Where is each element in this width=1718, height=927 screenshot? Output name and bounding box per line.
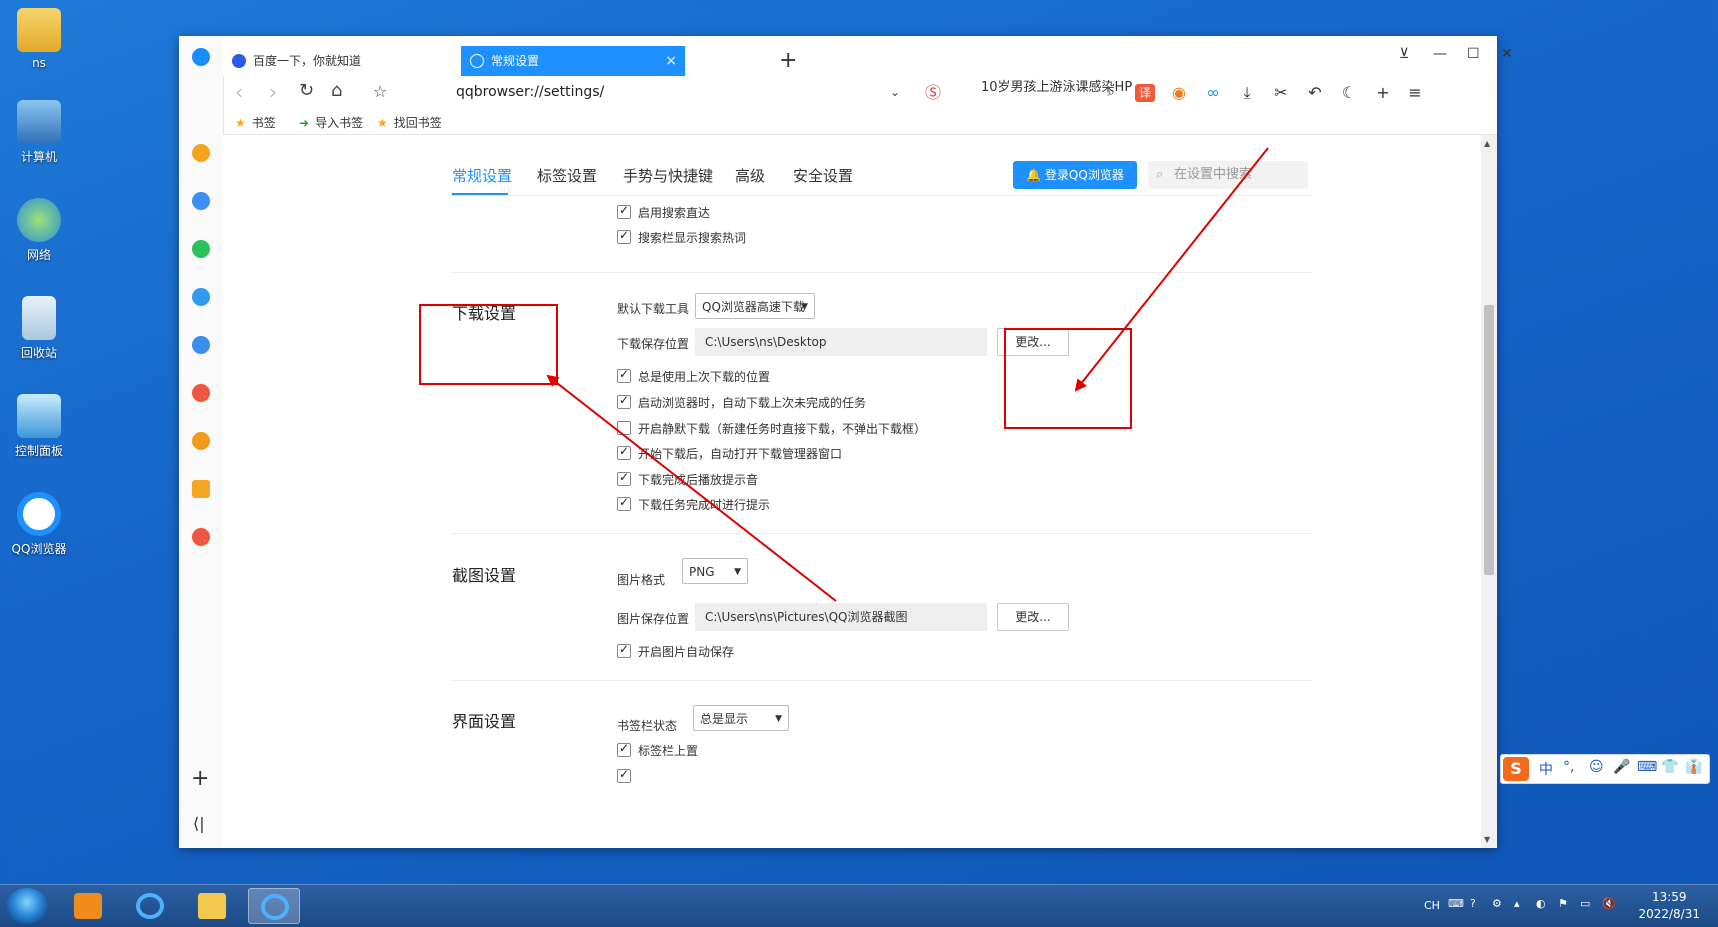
annotation-arrow-left bbox=[546, 374, 837, 602]
clock[interactable]: 13:59 2022/8/31 bbox=[1638, 889, 1700, 923]
browser-tray-icon[interactable]: ◐ bbox=[1536, 897, 1546, 910]
taskbar-qq-browser-active[interactable] bbox=[248, 888, 300, 924]
flag-icon[interactable]: ⚑ bbox=[1558, 897, 1568, 910]
help-icon[interactable]: ? bbox=[1470, 897, 1476, 910]
show-hidden-icons[interactable]: ▴ bbox=[1514, 897, 1520, 910]
tools-icon[interactable]: 👔 bbox=[1685, 759, 1702, 775]
volume-icon[interactable]: 🔇 bbox=[1602, 897, 1616, 910]
ime-toolbar[interactable]: S 中 °, ☺ 🎤 ⌨ 👕 👔 bbox=[1500, 754, 1710, 784]
folder-icon bbox=[198, 893, 226, 919]
keyboard-tray-icon[interactable]: ⌨ bbox=[1448, 897, 1464, 910]
qq-browser-icon bbox=[136, 893, 164, 919]
network-tray-icon[interactable]: ▭ bbox=[1580, 897, 1590, 910]
skin-icon[interactable]: 👕 bbox=[1661, 759, 1678, 775]
start-button[interactable] bbox=[6, 888, 48, 924]
media-player-icon bbox=[74, 893, 102, 919]
annotation-arrows bbox=[546, 147, 1269, 602]
taskbar-qq-browser[interactable] bbox=[124, 888, 176, 924]
ime-chinese-mode[interactable]: 中 bbox=[1539, 759, 1553, 779]
qq-browser-icon bbox=[261, 894, 289, 920]
annotation-arrow-right bbox=[1074, 147, 1269, 392]
microphone-icon[interactable]: 🎤 bbox=[1613, 759, 1630, 775]
clock-time: 13:59 bbox=[1651, 890, 1687, 904]
taskbar-explorer[interactable] bbox=[186, 888, 238, 924]
emoji-icon[interactable]: ☺ bbox=[1589, 759, 1604, 775]
taskbar-media-player[interactable] bbox=[62, 888, 114, 924]
sogou-ime-icon[interactable]: S bbox=[1503, 757, 1529, 781]
ime-punctuation-icon[interactable]: °, bbox=[1563, 759, 1574, 775]
settings-tray-icon[interactable]: ⚙ bbox=[1492, 897, 1502, 910]
clock-date: 2022/8/31 bbox=[1638, 907, 1700, 921]
keyboard-icon[interactable]: ⌨ bbox=[1637, 759, 1657, 775]
taskbar: CH ⌨ ? ⚙ ▴ ◐ ⚑ ▭ 🔇 13:59 2022/8/31 bbox=[0, 884, 1718, 927]
language-indicator[interactable]: CH bbox=[1424, 899, 1440, 912]
